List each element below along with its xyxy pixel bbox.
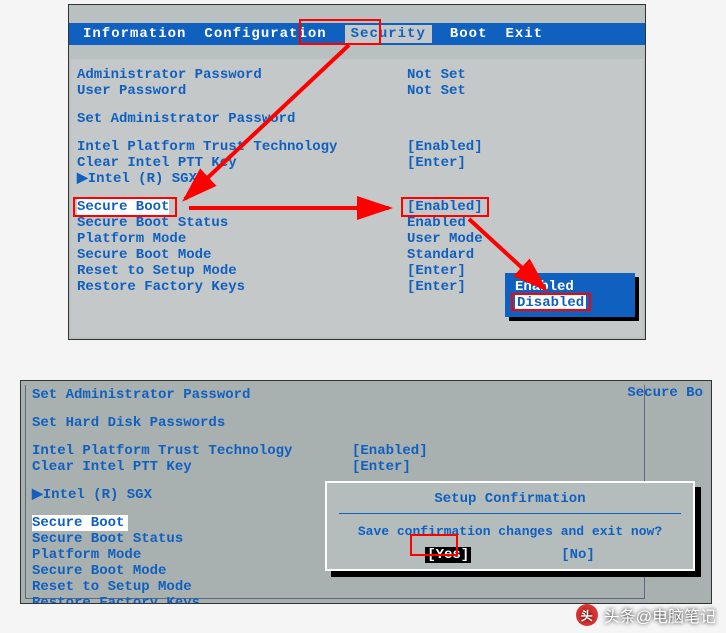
setting-value[interactable]: [Enabled] (407, 139, 483, 155)
setting-label: Set Hard Disk Passwords (32, 415, 352, 431)
setting-row[interactable]: Reset to Setup Mode (32, 579, 638, 595)
setting-label: Restore Factory Keys (77, 279, 407, 295)
setting-row[interactable]: Secure Boot [Enabled] (77, 199, 643, 215)
setting-label: Intel Platform Trust Technology (32, 443, 352, 459)
setting-value[interactable]: [Enter] (407, 155, 466, 171)
setting-label: ▶Intel (R) SGX (77, 171, 407, 187)
bios-screenshot-1: Lenovo Setup Utilit Information Configur… (68, 4, 646, 340)
secure-boot-options-popup[interactable]: Enabled Disabled (505, 273, 635, 317)
setting-value[interactable]: User Mode (407, 231, 483, 247)
setup-confirmation-dialog[interactable]: Setup Confirmation Save confirmation cha… (325, 481, 695, 571)
bios-menubar[interactable]: Information Configuration Security Boot … (69, 23, 645, 45)
dialog-divider (339, 513, 681, 514)
setting-row[interactable]: Intel Platform Trust Technology[Enabled] (77, 139, 643, 155)
setting-value[interactable]: [Enter] (407, 263, 466, 279)
menu-information[interactable]: Information (83, 26, 186, 42)
setting-row[interactable]: Clear Intel PTT Key[Enter] (32, 459, 638, 475)
menu-exit[interactable]: Exit (505, 26, 543, 42)
bios-screenshot-2: Secure Bo Set Administrator PasswordSet … (20, 380, 712, 604)
setting-row[interactable]: Secure Boot ModeStandard (77, 247, 643, 263)
watermark-logo-icon: 头 (576, 604, 598, 626)
setting-row[interactable]: Platform ModeUser Mode (77, 231, 643, 247)
watermark: 头 头条@电脑笔记 (576, 603, 716, 627)
setting-row[interactable]: User PasswordNot Set (77, 83, 643, 99)
setting-label: Secure Boot (32, 515, 128, 531)
setting-label: Platform Mode (77, 231, 407, 247)
setting-row[interactable]: Secure Boot StatusEnabled (77, 215, 643, 231)
setting-value[interactable]: Not Set (407, 67, 466, 83)
setting-value[interactable]: [Enter] (407, 279, 466, 295)
setting-label: Secure Boot Status (77, 215, 407, 231)
setting-label: Secure Boot Status (32, 531, 352, 547)
setting-label: Secure Boot Mode (77, 247, 407, 263)
option-enabled[interactable]: Enabled (515, 279, 625, 295)
setting-row[interactable]: Set Hard Disk Passwords (32, 415, 638, 431)
dialog-message: Save confirmation changes and exit now? (339, 524, 681, 539)
setting-label: Secure Boot (77, 199, 169, 215)
brand-label: Lenovo Setup Utilit (475, 4, 635, 5)
setting-label: Set Administrator Password (32, 387, 352, 403)
setting-label: Clear Intel PTT Key (32, 459, 352, 475)
setting-label: User Password (77, 83, 407, 99)
setting-label: Restore Factory Keys (32, 595, 352, 604)
setting-label: Reset to Setup Mode (32, 579, 352, 595)
dialog-buttons: [Yes] [No] (339, 547, 681, 563)
setting-label: Secure Boot Mode (32, 563, 352, 579)
setting-label: ▶Intel (R) SGX (32, 487, 352, 503)
setting-row[interactable]: Intel Platform Trust Technology[Enabled] (32, 443, 638, 459)
setting-row[interactable]: Clear Intel PTT Key[Enter] (77, 155, 643, 171)
menu-boot[interactable]: Boot (450, 26, 488, 42)
setting-label: Clear Intel PTT Key (77, 155, 407, 171)
setting-value[interactable]: [Enabled] (407, 199, 483, 215)
setting-row[interactable]: Restore Factory Keys (32, 595, 638, 604)
setting-row[interactable]: Set Administrator Password (77, 111, 643, 127)
setting-value[interactable]: Not Set (407, 83, 466, 99)
menu-security[interactable]: Security (345, 25, 432, 43)
setting-label: Platform Mode (32, 547, 352, 563)
setting-row[interactable]: Set Administrator Password (32, 387, 638, 403)
setting-row[interactable]: Administrator PasswordNot Set (77, 67, 643, 83)
dialog-title: Setup Confirmation (339, 491, 681, 507)
setting-label: Set Administrator Password (77, 111, 407, 127)
setting-value[interactable]: [Enabled] (352, 443, 428, 459)
setting-label: Intel Platform Trust Technology (77, 139, 407, 155)
setting-value[interactable]: Standard (407, 247, 474, 263)
yes-button[interactable]: [Yes] (425, 547, 471, 563)
setting-row[interactable]: ▶Intel (R) SGX (77, 171, 643, 187)
setting-label: Reset to Setup Mode (77, 263, 407, 279)
setting-value[interactable]: [Enter] (352, 459, 411, 475)
no-button[interactable]: [No] (561, 547, 595, 563)
setting-value[interactable]: Enabled (407, 215, 466, 231)
setting-label: Administrator Password (77, 67, 407, 83)
watermark-text: 头条@电脑笔记 (604, 603, 716, 627)
menu-configuration[interactable]: Configuration (204, 26, 326, 42)
option-disabled[interactable]: Disabled (515, 295, 625, 311)
